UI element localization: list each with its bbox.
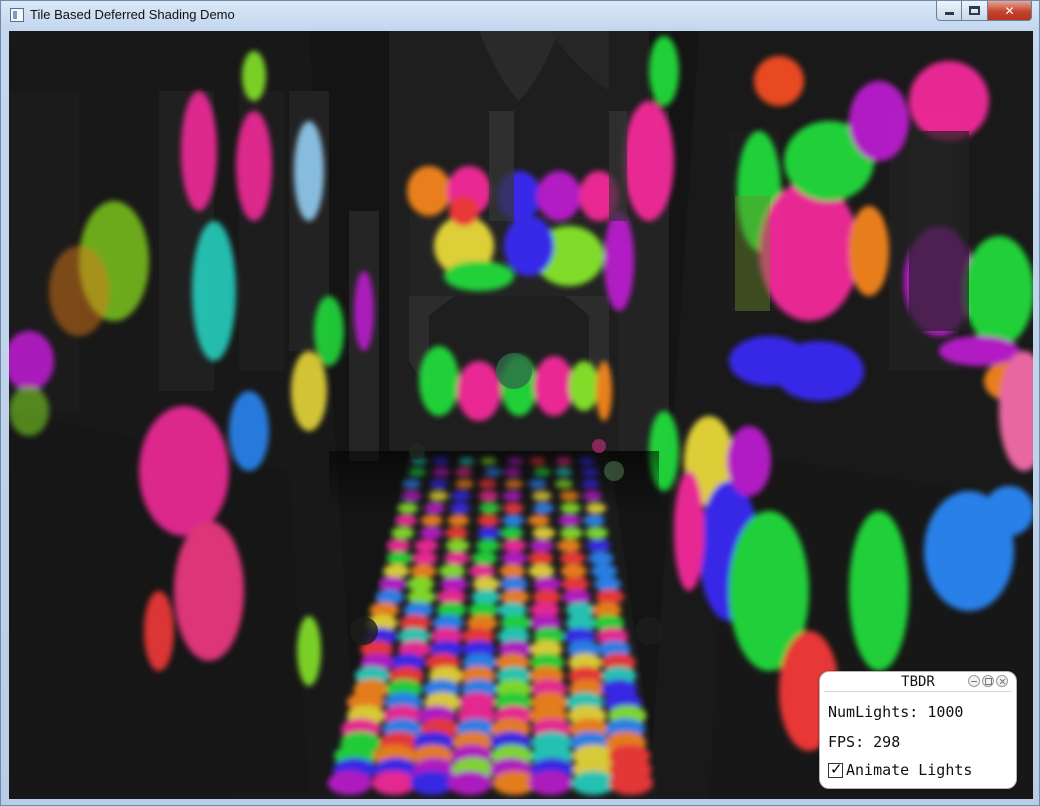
floor-light-spot: [528, 771, 573, 795]
floor-light-spot: [472, 576, 500, 592]
floor-light-spot: [593, 576, 622, 592]
floor-light-spot: [414, 539, 439, 552]
tbdr-panel[interactable]: TBDR NumLights: 1000 FPS: 298 ✓ Animate …: [819, 671, 1017, 789]
floor-light-spot: [532, 589, 561, 605]
floor-light-spot: [375, 589, 404, 605]
app-window: Tile Based Deferred Shading Demo ✕ TBDR …: [0, 0, 1040, 806]
minimize-icon: [944, 12, 954, 15]
floor-light-spot: [501, 551, 527, 565]
window-title: Tile Based Deferred Shading Demo: [30, 7, 235, 22]
floor-light-spot: [421, 514, 443, 526]
floor-light-spot: [502, 539, 527, 552]
floor-light-spot: [586, 539, 611, 552]
floor-light-spot: [445, 539, 470, 552]
fps-readout: FPS: 298: [828, 733, 900, 751]
animate-lights-toggle[interactable]: ✓ Animate Lights: [828, 759, 973, 779]
floor-light-spot: [378, 576, 406, 592]
fps-label: FPS:: [828, 733, 865, 751]
floor-light-spot: [371, 771, 416, 795]
maximize-button[interactable]: [962, 1, 988, 21]
title-bar[interactable]: Tile Based Deferred Shading Demo ✕: [1, 1, 1039, 30]
close-icon: ✕: [1004, 3, 1015, 18]
floor-light-spot: [560, 551, 585, 565]
floor-light-spot: [420, 527, 443, 539]
floor-light-spot: [447, 514, 470, 526]
floor-light-spot: [529, 539, 554, 552]
panel-close-icon[interactable]: [996, 675, 1008, 687]
floor-light-spot: [383, 564, 410, 578]
floor-light-spot: [386, 551, 412, 565]
floor-light-spot: [528, 564, 555, 578]
floor-light-spot: [583, 514, 605, 526]
floor-light-spot: [447, 771, 492, 795]
floor-light-spot: [476, 539, 500, 552]
animate-lights-checkbox[interactable]: ✓: [828, 759, 843, 778]
floor-light-spot: [407, 589, 436, 605]
floor-light-spot: [500, 527, 524, 539]
floor-light-spot: [445, 527, 468, 539]
panel-minimize-icon[interactable]: [968, 675, 980, 687]
floor-light-spot: [471, 589, 501, 605]
minimize-button[interactable]: [936, 1, 962, 21]
fps-value: 298: [873, 733, 901, 751]
num-lights-value: 1000: [927, 703, 964, 721]
floor-light-spot: [532, 527, 556, 539]
panel-maximize-icon[interactable]: [982, 675, 994, 687]
floor-light-spot: [444, 551, 470, 565]
floor-light-spot: [559, 527, 583, 539]
panel-controls: [968, 675, 1008, 687]
floor-light-spot: [391, 527, 415, 539]
floor-light-spot: [528, 551, 554, 565]
floor-light-spot: [560, 564, 587, 578]
floor-light-spot: [406, 576, 435, 592]
floor-light-spot: [477, 514, 500, 526]
floor-light-spot: [440, 576, 468, 592]
panel-divider: [824, 691, 1012, 692]
num-lights-label: NumLights:: [828, 703, 919, 721]
floor-light-spot: [557, 539, 581, 552]
floor-light-spot: [410, 771, 454, 795]
floor-light-spot: [386, 539, 411, 552]
floor-light-spot: [558, 514, 581, 526]
window-controls: ✕: [936, 1, 1032, 21]
checkmark-icon: ✓: [830, 759, 843, 778]
floor-light-spot: [609, 771, 653, 795]
floor-light-spot: [528, 514, 550, 526]
floor-light-spot: [561, 576, 589, 592]
floor-light-spot: [588, 551, 614, 565]
floor-light-spot: [500, 576, 528, 592]
floor-light-spot: [591, 564, 618, 578]
floor-light-spot: [585, 527, 608, 539]
floor-light-spot: [502, 514, 524, 526]
floor-light-spot: [439, 564, 466, 578]
floor-light-spot: [533, 576, 561, 592]
app-window-icon[interactable]: [10, 8, 24, 22]
floor-light-spot: [499, 564, 526, 578]
animate-lights-label: Animate Lights: [846, 761, 973, 779]
floor-light-spot: [500, 589, 530, 605]
floor-light-spot: [410, 564, 437, 578]
floor-light-spot: [395, 514, 417, 526]
floor-light-spot: [595, 589, 625, 605]
floor-light-spot: [571, 771, 616, 795]
maximize-icon: [969, 6, 980, 15]
floor-light-spot: [477, 527, 501, 539]
floor-light-spot: [327, 771, 372, 795]
floor-light-spot: [562, 589, 591, 605]
floor-light-spot: [472, 551, 498, 565]
num-lights-readout: NumLights: 1000: [828, 703, 963, 721]
floor-light-spot: [412, 551, 438, 565]
close-button[interactable]: ✕: [988, 1, 1032, 21]
floor-light-spot: [469, 564, 495, 578]
